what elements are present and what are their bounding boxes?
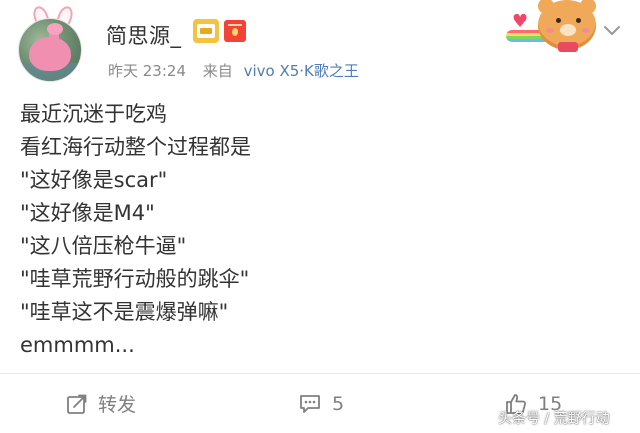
- post-meta: 昨天 23:24 来自 vivo X5·K歌之王: [108, 60, 359, 81]
- bear-rainbow-decoration: ♥: [506, 0, 598, 60]
- repost-button[interactable]: 转发: [66, 374, 136, 433]
- weibo-post-card: 简思源_ 昨天 23:24 来自 vivo X5·K歌之王 ♥ 最近沉迷于吃鸡 …: [0, 0, 640, 433]
- post-line: 看红海行动整个过程都是: [20, 135, 251, 159]
- heart-icon: ♥: [512, 11, 529, 32]
- comment-button[interactable]: 5: [298, 374, 344, 433]
- crown-badge-icon[interactable]: [193, 19, 219, 43]
- avatar-image: [18, 18, 82, 82]
- source-prefix: 来自: [202, 62, 233, 80]
- source-device-link[interactable]: vivo X5·K歌之王: [244, 62, 359, 80]
- repost-label: 转发: [98, 394, 137, 416]
- watermark: 头条号 / 荒野行动: [498, 411, 610, 427]
- post-line: "这好像是M4": [20, 201, 155, 225]
- avatar[interactable]: [12, 4, 98, 84]
- post-line: "哇草这不是震爆弹嘛": [20, 300, 229, 324]
- chevron-down-icon[interactable]: [602, 24, 622, 38]
- comment-count: 5: [332, 392, 345, 415]
- author-name[interactable]: 简思源_: [106, 20, 182, 50]
- post-time: 昨天 23:24: [108, 62, 186, 80]
- post-line: 最近沉迷于吃鸡: [20, 102, 167, 126]
- comment-icon: [300, 394, 320, 413]
- post-line: "哇草荒野行动般的跳伞": [20, 267, 250, 291]
- repost-icon: [67, 394, 87, 414]
- red-packet-icon[interactable]: [224, 20, 246, 42]
- post-line: "这八倍压枪牛逼": [20, 234, 187, 258]
- post-content: 最近沉迷于吃鸡 看红海行动整个过程都是 "这好像是scar" "这好像是M4" …: [20, 98, 620, 362]
- post-line: emmmm...: [20, 333, 135, 357]
- post-line: "这好像是scar": [20, 168, 168, 192]
